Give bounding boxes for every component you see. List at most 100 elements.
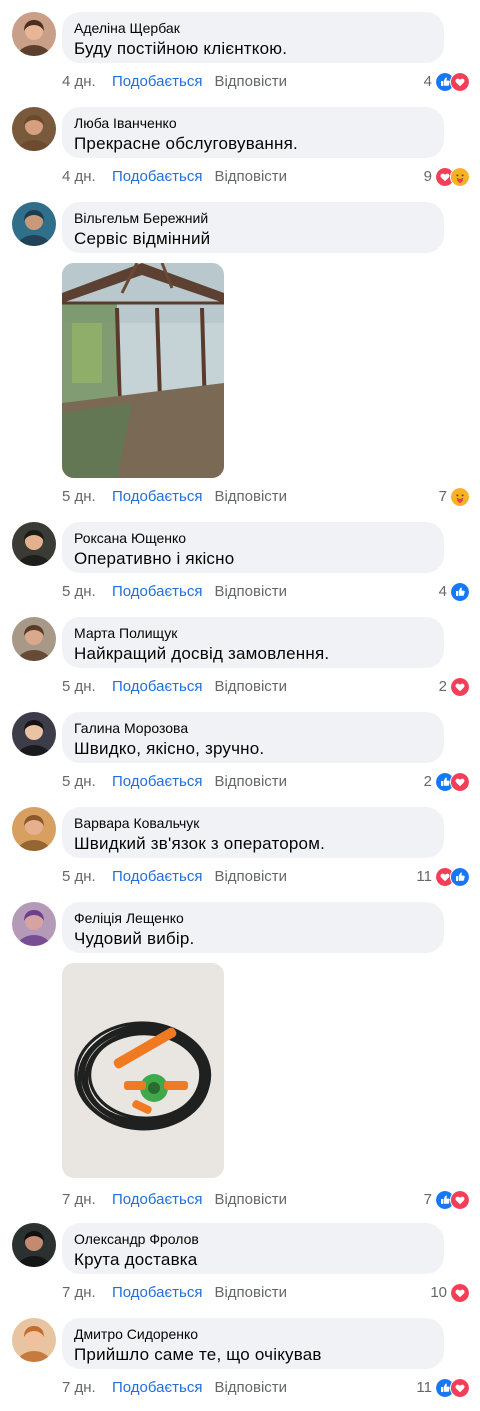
like-link[interactable]: Подобається	[112, 73, 202, 90]
comment-author[interactable]: Варвара Ковальчук	[74, 814, 432, 832]
comment-time[interactable]: 4 дн.	[62, 72, 112, 92]
comment-bubble: Роксана Ющенко Оперативно і якісно	[62, 522, 444, 573]
comment-bubble: Олександр Фролов Крута доставка	[62, 1223, 444, 1274]
reactions-summary[interactable]: 9	[424, 166, 470, 188]
like-reaction-icon	[450, 582, 470, 602]
reaction-icons	[450, 677, 470, 697]
reaction-icons	[435, 1378, 470, 1398]
greenhouse-photo[interactable]	[62, 263, 224, 478]
comment-time[interactable]: 7 дн.	[62, 1190, 112, 1210]
comment-bubble: Вільгельм Бережний Сервіс відмінний	[62, 202, 444, 253]
comment-actions: 5 дн. Подобається Відповісти	[62, 677, 287, 697]
comment-actions: 5 дн. Подобається Відповісти	[62, 582, 287, 602]
comment-actions: 7 дн. Подобається Відповісти	[62, 1190, 287, 1210]
reaction-count: 9	[423, 168, 432, 185]
comment-bubble: Марта Полищук Найкращий досвід замовлення…	[62, 617, 444, 668]
comment-bubble: Люба Іванченко Прекрасне обслуговування.	[62, 107, 444, 158]
avatar[interactable]	[12, 617, 56, 661]
comment-author[interactable]: Роксана Ющенко	[74, 529, 432, 547]
reply-link[interactable]: Відповісти	[214, 868, 287, 885]
comment-text: Найкращий досвід замовлення.	[74, 644, 330, 663]
reaction-count: 4	[438, 583, 447, 600]
reply-link[interactable]: Відповісти	[214, 678, 287, 695]
comment-text: Прекрасне обслуговування.	[74, 134, 298, 153]
comment-author[interactable]: Люба Іванченко	[74, 114, 432, 132]
like-link[interactable]: Подобається	[112, 868, 202, 885]
comment-text: Буду постійною клієнткою.	[74, 39, 288, 58]
comment-time[interactable]: 5 дн.	[62, 772, 112, 792]
avatar[interactable]	[12, 1318, 56, 1362]
like-link[interactable]: Подобається	[112, 168, 202, 185]
reply-link[interactable]: Відповісти	[214, 1284, 287, 1301]
reaction-icons	[450, 487, 470, 507]
comment-author[interactable]: Галина Морозова	[74, 719, 432, 737]
care-reaction-icon	[450, 167, 470, 187]
avatar[interactable]	[12, 522, 56, 566]
hose-photo[interactable]	[62, 963, 224, 1178]
like-link[interactable]: Подобається	[112, 678, 202, 695]
comment-time[interactable]: 7 дн.	[62, 1378, 112, 1398]
reaction-count: 11	[416, 1379, 432, 1396]
reply-link[interactable]: Відповісти	[214, 773, 287, 790]
reaction-count: 10	[430, 1284, 447, 1301]
love-reaction-icon	[450, 72, 470, 92]
comment-text: Сервіс відмінний	[74, 229, 211, 248]
avatar[interactable]	[12, 202, 56, 246]
love-reaction-icon	[450, 1190, 470, 1210]
comment-time[interactable]: 5 дн.	[62, 677, 112, 697]
avatar[interactable]	[12, 107, 56, 151]
avatar[interactable]	[12, 1223, 56, 1267]
reaction-count: 2	[438, 678, 447, 695]
reaction-icons	[435, 72, 470, 92]
like-reaction-icon	[450, 867, 470, 887]
reaction-icons	[450, 1283, 470, 1303]
like-link[interactable]: Подобається	[112, 1191, 202, 1208]
like-link[interactable]: Подобається	[112, 1379, 202, 1396]
like-link[interactable]: Подобається	[112, 773, 202, 790]
comment-time[interactable]: 5 дн.	[62, 487, 112, 507]
reply-link[interactable]: Відповісти	[214, 168, 287, 185]
reactions-summary[interactable]: 2	[424, 771, 470, 793]
comment-time[interactable]: 4 дн.	[62, 167, 112, 187]
reaction-icons	[450, 582, 470, 602]
reactions-summary[interactable]: 4	[439, 581, 470, 603]
avatar[interactable]	[12, 12, 56, 56]
reply-link[interactable]: Відповісти	[214, 488, 287, 505]
comment-actions: 7 дн. Подобається Відповісти	[62, 1378, 287, 1398]
reactions-summary[interactable]: 11	[416, 1377, 470, 1399]
comment-author[interactable]: Марта Полищук	[74, 624, 432, 642]
reaction-count: 4	[423, 73, 432, 90]
comment-actions: 5 дн. Подобається Відповісти	[62, 487, 287, 507]
comment-time[interactable]: 7 дн.	[62, 1283, 112, 1303]
comment-author[interactable]: Олександр Фролов	[74, 1230, 432, 1248]
reply-link[interactable]: Відповісти	[214, 73, 287, 90]
love-reaction-icon	[450, 677, 470, 697]
avatar[interactable]	[12, 902, 56, 946]
comment-actions: 4 дн. Подобається Відповісти	[62, 72, 287, 92]
comment-author[interactable]: Феліція Лещенко	[74, 909, 432, 927]
like-link[interactable]: Подобається	[112, 1284, 202, 1301]
comment-time[interactable]: 5 дн.	[62, 582, 112, 602]
reactions-summary[interactable]: 10	[430, 1282, 470, 1304]
reaction-icons	[435, 772, 470, 792]
reactions-summary[interactable]: 7	[424, 1189, 470, 1211]
like-link[interactable]: Подобається	[112, 488, 202, 505]
reply-link[interactable]: Відповісти	[214, 583, 287, 600]
comment-author[interactable]: Дмитро Сидоренко	[74, 1325, 432, 1343]
reactions-summary[interactable]: 4	[424, 71, 470, 93]
like-link[interactable]: Подобається	[112, 583, 202, 600]
reply-link[interactable]: Відповісти	[214, 1379, 287, 1396]
reaction-icons	[435, 867, 470, 887]
avatar[interactable]	[12, 712, 56, 756]
comment-author[interactable]: Аделіна Щербак	[74, 19, 432, 37]
reply-link[interactable]: Відповісти	[214, 1191, 287, 1208]
reactions-summary[interactable]: 7	[439, 486, 470, 508]
comment-time[interactable]: 5 дн.	[62, 867, 112, 887]
comment-author[interactable]: Вільгельм Бережний	[74, 209, 432, 227]
love-reaction-icon	[450, 1283, 470, 1303]
avatar[interactable]	[12, 807, 56, 851]
comment-actions: 4 дн. Подобається Відповісти	[62, 167, 287, 187]
reactions-summary[interactable]: 11	[416, 866, 470, 888]
reaction-count: 11	[416, 868, 432, 885]
reactions-summary[interactable]: 2	[439, 676, 470, 698]
